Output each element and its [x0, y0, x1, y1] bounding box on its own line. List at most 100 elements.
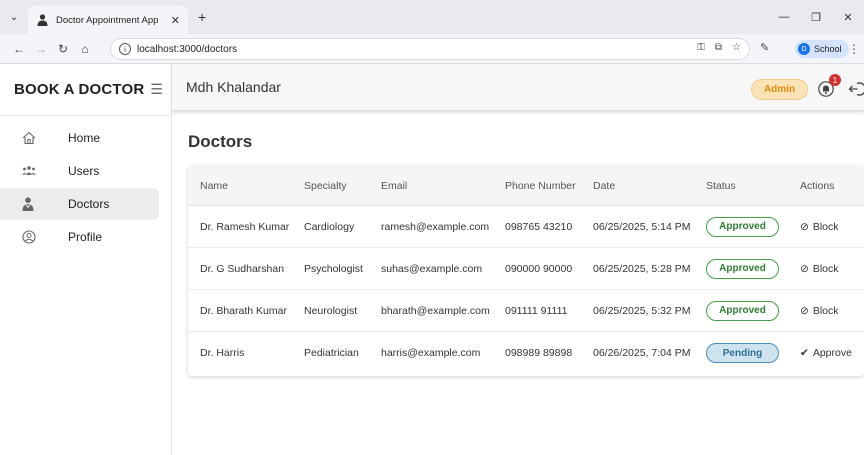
tab-search-button[interactable]: ⌄	[0, 0, 28, 34]
doctor-specialty: Cardiology	[304, 220, 355, 233]
home-button[interactable]: ⌂	[74, 42, 96, 56]
doctor-email: suhas@example.com	[381, 262, 483, 275]
browser-menu-icon[interactable]: ⋮	[848, 42, 860, 56]
doctor-phone: 098765 43210	[505, 220, 573, 233]
app-header: Mdh Khalandar Admin 1	[172, 64, 864, 111]
doctor-date: 06/25/2025, 5:14 PM	[593, 220, 691, 233]
new-tab-button[interactable]: +	[198, 9, 206, 25]
home-icon	[22, 131, 50, 145]
window-controls: — ❐ ✕	[768, 0, 864, 34]
table-row: Dr. Bharath Kumar Neurologist bharath@ex…	[188, 290, 864, 332]
browser-tab-bar: ⌄ Doctor Appointment App ✕ + — ❐ ✕	[0, 0, 864, 34]
extensions-icon[interactable]: ✎	[760, 41, 769, 54]
status-badge: Pending	[706, 343, 779, 363]
doctor-phone: 091111 91111	[505, 304, 568, 317]
doctor-email: ramesh@example.com	[381, 220, 490, 233]
menu-toggle-icon[interactable]: ☰	[150, 81, 163, 98]
page-title: Doctors	[188, 132, 253, 151]
doctor-phone: 090000 90000	[505, 262, 573, 275]
block-icon: ⊘	[800, 262, 809, 275]
reload-button[interactable]: ↻	[52, 42, 74, 56]
block-button[interactable]: ⊘ Block	[800, 305, 839, 317]
status-badge: Approved	[706, 258, 779, 279]
doctor-email: harris@example.com	[381, 347, 481, 359]
doctor-date: 06/25/2025, 5:32 PM	[593, 304, 691, 317]
role-badge[interactable]: Admin	[751, 79, 808, 100]
brand-title: BOOK A DOCTOR	[14, 81, 145, 98]
column-header-email: Email	[381, 179, 408, 192]
action-label: Block	[812, 262, 839, 275]
tab-title: Doctor Appointment App	[56, 14, 159, 26]
doctors-table: Name Specialty Email Phone Number Date S…	[188, 166, 864, 376]
sidebar-item-label: Profile	[68, 230, 103, 244]
doctor-name: Dr. Harris	[200, 347, 245, 359]
sidebar-item-doctors[interactable]: Doctors	[0, 188, 159, 220]
action-label: Approve	[812, 347, 852, 359]
tab-close-icon[interactable]: ✕	[171, 14, 180, 27]
column-header-specialty: Specialty	[304, 179, 347, 192]
block-button[interactable]: ⊘ Block	[800, 221, 839, 233]
brand: BOOK A DOCTOR ☰	[0, 64, 171, 116]
minimize-button[interactable]: —	[768, 11, 800, 23]
table-row: Dr. Ramesh Kumar Cardiology ramesh@examp…	[188, 206, 864, 248]
doctor-date: 06/26/2025, 7:04 PM	[593, 347, 691, 359]
doctor-favicon-icon	[36, 14, 48, 26]
column-header-phone: Phone Number	[505, 179, 576, 192]
profile-label: School	[814, 44, 842, 54]
doctor-phone: 098989 89898	[505, 347, 573, 359]
sidebar-nav: Home Users Doctors Profile	[0, 122, 171, 253]
column-header-status: Status	[706, 179, 736, 192]
block-icon: ⊘	[800, 220, 809, 233]
doctor-specialty: Psychologist	[304, 262, 363, 275]
main-content: Doctors Name Specialty Email Phone Numbe…	[172, 111, 864, 455]
address-bar[interactable]: i localhost:3000/doctors ⚿ ⧉ ☆	[110, 38, 750, 60]
notification-count-badge: 1	[829, 74, 841, 86]
cast-icon[interactable]: ⧉	[715, 42, 722, 53]
doctor-name: Dr. Ramesh Kumar	[200, 220, 290, 233]
sidebar-item-label: Doctors	[68, 197, 110, 211]
sidebar-item-profile[interactable]: Profile	[0, 221, 159, 253]
site-info-icon[interactable]: i	[119, 43, 131, 55]
status-badge: Approved	[706, 216, 779, 237]
action-label: Block	[812, 220, 839, 233]
doctor-specialty: Neurologist	[304, 304, 358, 317]
doctor-icon	[22, 197, 50, 211]
block-icon: ⊘	[800, 304, 809, 317]
column-header-actions: Actions	[800, 179, 835, 192]
column-header-name: Name	[200, 179, 229, 192]
profile-button[interactable]: D School	[795, 40, 849, 58]
bookmark-star-icon[interactable]: ☆	[732, 42, 741, 53]
back-button[interactable]: ←	[8, 42, 30, 56]
close-window-button[interactable]: ✕	[832, 11, 864, 24]
sidebar-item-home[interactable]: Home	[0, 122, 159, 154]
user-name: Mdh Khalandar	[186, 79, 281, 95]
status-badge: Approved	[706, 300, 779, 321]
block-button[interactable]: ⊘ Block	[800, 263, 839, 275]
restore-button[interactable]: ❐	[800, 11, 832, 24]
approve-button[interactable]: ✔ Approve	[800, 347, 852, 359]
profile-avatar: D	[798, 43, 810, 55]
users-icon	[22, 165, 50, 177]
action-label: Block	[812, 304, 839, 317]
approve-check-icon: ✔	[800, 347, 809, 359]
logout-icon[interactable]	[848, 81, 864, 97]
sidebar-item-label: Home	[68, 131, 101, 145]
browser-toolbar: ← → ↻ ⌂ i localhost:3000/doctors ⚿ ⧉ ☆ ✎…	[0, 34, 864, 64]
table-header: Name Specialty Email Phone Number Date S…	[188, 166, 864, 206]
browser-tab[interactable]: Doctor Appointment App ✕	[28, 6, 188, 34]
sidebar-item-label: Users	[68, 164, 100, 178]
url-text: localhost:3000/doctors	[137, 43, 238, 55]
doctor-specialty: Pediatrician	[304, 347, 359, 359]
sidebar: BOOK A DOCTOR ☰ Home Users Doctors Profi…	[0, 64, 172, 455]
table-row: Dr. Harris Pediatrician harris@example.c…	[188, 332, 864, 374]
forward-button[interactable]: →	[30, 42, 52, 56]
sidebar-item-users[interactable]: Users	[0, 155, 159, 187]
doctor-name: Dr. G Sudharshan	[200, 262, 285, 275]
key-icon[interactable]: ⚿	[697, 42, 705, 53]
doctor-email: bharath@example.com	[381, 304, 490, 317]
profile-icon	[22, 230, 50, 244]
doctor-name: Dr. Bharath Kumar	[200, 304, 287, 317]
doctor-date: 06/25/2025, 5:28 PM	[593, 262, 691, 275]
column-header-date: Date	[593, 179, 616, 192]
table-row: Dr. G Sudharshan Psychologist suhas@exam…	[188, 248, 864, 290]
